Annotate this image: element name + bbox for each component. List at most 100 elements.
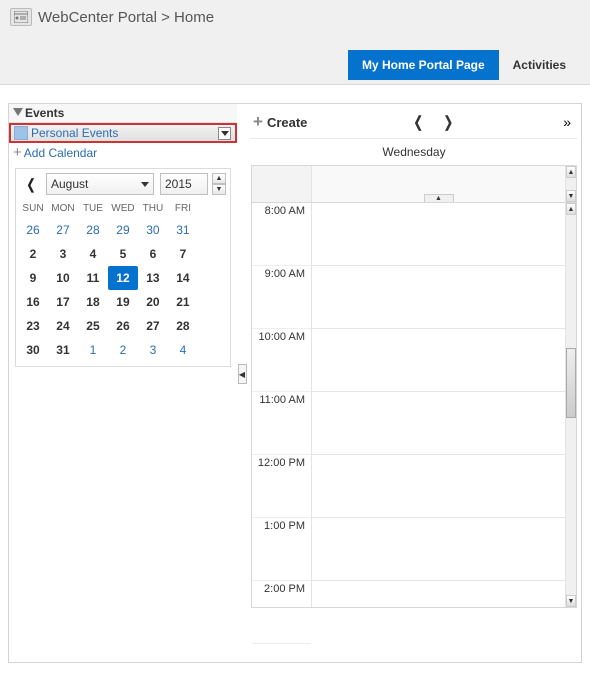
day-cell[interactable]: 5 [108,242,138,266]
day-cell[interactable]: 9 [18,266,48,290]
scroll-up-button[interactable]: ▲ [566,203,576,215]
calendar-options-dropdown[interactable] [218,127,231,140]
create-label: Create [267,115,307,130]
day-cell[interactable]: 3 [138,338,168,362]
sidebar-collapse-column: ◀ [237,364,247,384]
day-cell[interactable]: 30 [18,338,48,362]
hour-labels: 8:00 AM9:00 AM10:00 AM11:00 AM12:00 PM1:… [252,203,312,607]
day-cell[interactable]: 24 [48,314,78,338]
hour-label: 1:00 PM [252,518,311,581]
tab-my-home-portal[interactable]: My Home Portal Page [348,50,499,80]
days-of-week-row: SUN MON TUE WED THU FRI [16,199,230,218]
dow-label: FRI [168,199,198,218]
events-title: Events [25,106,64,120]
calendar-overlay-personal-events[interactable]: Personal Events [9,123,237,143]
day-toolbar: + Create ❬ ❭ » [251,110,577,139]
allday-area[interactable]: ▲ [312,166,565,202]
day-cell[interactable]: 11 [78,266,108,290]
year-select[interactable]: 2015 [160,173,208,195]
day-cell[interactable]: 29 [108,218,138,242]
day-cell[interactable]: 7 [168,242,198,266]
scroll-thumb[interactable] [566,348,576,418]
day-cell[interactable]: 17 [48,290,78,314]
day-cell[interactable]: 31 [48,338,78,362]
hour-label: 12:00 PM [252,455,311,518]
day-cell[interactable]: 14 [168,266,198,290]
hour-slot[interactable] [312,392,565,455]
month-value: August [51,177,88,191]
day-cell[interactable]: 27 [138,314,168,338]
day-cell[interactable]: 12 [108,266,138,290]
create-button[interactable]: + Create [251,110,309,134]
hour-label: 2:00 PM [252,581,311,644]
hour-grid: 8:00 AM9:00 AM10:00 AM11:00 AM12:00 PM1:… [251,203,577,608]
month-select[interactable]: August [46,173,154,195]
hour-slot[interactable] [312,581,565,607]
day-cell[interactable]: 3 [48,242,78,266]
allday-gutter [252,166,312,202]
day-cell[interactable]: 26 [18,218,48,242]
day-cell[interactable]: 28 [78,218,108,242]
day-cell[interactable]: 25 [78,314,108,338]
day-cell[interactable]: 1 [78,338,108,362]
day-cell[interactable]: 10 [48,266,78,290]
day-cell[interactable]: 28 [168,314,198,338]
hour-slot[interactable] [312,518,565,581]
day-cell[interactable]: 26 [108,314,138,338]
allday-scrollbar: ▲ ▼ [565,166,576,202]
day-cell[interactable]: 4 [168,338,198,362]
day-cell[interactable]: 20 [138,290,168,314]
prev-month-button[interactable]: ❬ [20,173,42,195]
allday-scroll-down[interactable]: ▼ [566,190,576,202]
allday-scroll-up[interactable]: ▲ [566,166,576,178]
breadcrumb-text: WebCenter Portal > Home [38,9,214,26]
hour-slot[interactable] [312,266,565,329]
hour-label: 10:00 AM [252,329,311,392]
day-cell[interactable]: 27 [48,218,78,242]
tab-activities[interactable]: Activities [499,50,580,80]
prev-day-button[interactable]: ❬ [403,111,433,133]
day-cell[interactable]: 6 [138,242,168,266]
expand-button[interactable]: » [557,114,577,130]
dow-label: TUE [78,199,108,218]
day-cell[interactable]: 21 [168,290,198,314]
dow-label: MON [48,199,78,218]
week-row: 262728293031 [18,218,228,242]
day-cell[interactable]: 18 [78,290,108,314]
day-cell[interactable]: 30 [138,218,168,242]
hour-slot[interactable] [312,203,565,266]
dow-label: SUN [18,199,48,218]
dow-label: WED [108,199,138,218]
week-row: 232425262728 [18,314,228,338]
portal-icon [10,8,32,26]
allday-collapse-handle[interactable]: ▲ [424,194,454,202]
week-row: 30311234 [18,338,228,362]
day-cell[interactable]: 31 [168,218,198,242]
month-header: ❬ August 2015 ▲ ▼ [16,169,230,199]
day-cell[interactable]: 4 [78,242,108,266]
day-cell[interactable]: 16 [18,290,48,314]
hour-label: 9:00 AM [252,266,311,329]
day-cell[interactable]: 23 [18,314,48,338]
hour-slots[interactable] [312,203,565,607]
scroll-track[interactable] [566,215,576,595]
calendar-color-swatch [14,126,28,140]
day-cell[interactable]: 2 [108,338,138,362]
hour-label: 8:00 AM [252,203,311,266]
year-value: 2015 [165,177,194,191]
hour-slot[interactable] [312,329,565,392]
day-cell[interactable]: 13 [138,266,168,290]
day-cell[interactable]: 2 [18,242,48,266]
year-up-button[interactable]: ▲ [212,173,226,184]
scroll-down-button[interactable]: ▼ [566,595,576,607]
next-day-button[interactable]: ❭ [433,111,463,133]
month-picker: ❬ August 2015 ▲ ▼ SUN MON [15,168,231,367]
sidebar-collapse-handle[interactable]: ◀ [238,364,247,384]
hour-label: 11:00 AM [252,392,311,455]
add-calendar-link[interactable]: + Add Calendar [9,143,237,162]
year-down-button[interactable]: ▼ [212,184,226,195]
collapse-icon [13,108,23,118]
hour-slot[interactable] [312,455,565,518]
events-header[interactable]: Events [9,104,237,123]
day-cell[interactable]: 19 [108,290,138,314]
